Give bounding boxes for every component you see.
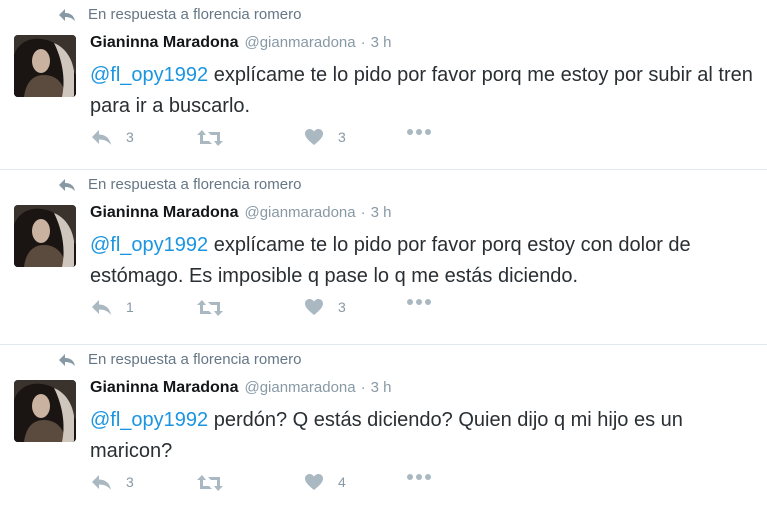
author-name[interactable]: Gianinna Maradona xyxy=(90,379,238,397)
avatar-photo xyxy=(14,35,76,97)
tweet-feed: En respuesta a florencia romero Gianinna… xyxy=(0,0,767,513)
reply-count: 3 xyxy=(126,474,134,490)
tweet[interactable]: En respuesta a florencia romero Gianinna… xyxy=(0,345,767,513)
tweet-timestamp[interactable]: 3 h xyxy=(371,34,392,51)
author-name[interactable]: Gianinna Maradona xyxy=(90,34,238,52)
more-button[interactable] xyxy=(406,473,432,481)
mention-link[interactable]: @fl_opy1992 xyxy=(90,409,208,431)
reply-button[interactable]: 3 xyxy=(90,473,134,491)
reply-context-label: En respuesta a florencia romero xyxy=(88,6,302,23)
tweet[interactable]: En respuesta a florencia romero Gianinna… xyxy=(0,170,767,345)
author-handle[interactable]: @gianmaradona xyxy=(244,34,355,51)
more-button[interactable] xyxy=(406,298,432,306)
reply-icon xyxy=(92,300,111,315)
tweet-actions: 3 4 xyxy=(90,473,450,497)
retweet-icon xyxy=(197,300,223,316)
reply-context[interactable]: En respuesta a florencia romero xyxy=(58,351,301,368)
separator-dot: · xyxy=(360,34,366,51)
more-icon xyxy=(407,474,431,480)
author-name[interactable]: Gianinna Maradona xyxy=(90,204,238,222)
author-handle[interactable]: @gianmaradona xyxy=(244,379,355,396)
heart-icon xyxy=(305,474,323,490)
tweet-actions: 3 3 xyxy=(90,128,450,152)
tweet-timestamp[interactable]: 3 h xyxy=(371,204,392,221)
reply-count: 3 xyxy=(126,129,134,145)
reply-context[interactable]: En respuesta a florencia romero xyxy=(58,6,301,23)
avatar-photo xyxy=(14,380,76,442)
tweet-text: @fl_opy1992 perdón? Q estás diciendo? Qu… xyxy=(90,405,755,467)
reply-icon xyxy=(92,130,111,145)
separator-dot: · xyxy=(360,379,366,396)
reply-button[interactable]: 1 xyxy=(90,298,134,316)
like-button[interactable]: 3 xyxy=(304,128,346,146)
reply-context-label: En respuesta a florencia romero xyxy=(88,351,302,368)
mention-link[interactable]: @fl_opy1992 xyxy=(90,234,208,256)
tweet-header: Gianinna Maradona @gianmaradona · 3 h xyxy=(90,204,391,222)
retweet-icon xyxy=(197,475,223,491)
heart-icon xyxy=(305,299,323,315)
tweet-text: @fl_opy1992 explícame te lo pido por fav… xyxy=(90,230,755,292)
avatar[interactable] xyxy=(14,380,76,442)
reply-arrow-icon xyxy=(59,353,75,366)
reply-button[interactable]: 3 xyxy=(90,128,134,146)
retweet-button[interactable] xyxy=(196,473,224,493)
reply-arrow-icon xyxy=(59,8,75,21)
tweet-timestamp[interactable]: 3 h xyxy=(371,379,392,396)
author-handle[interactable]: @gianmaradona xyxy=(244,204,355,221)
retweet-button[interactable] xyxy=(196,298,224,318)
like-count: 3 xyxy=(338,129,346,145)
retweet-button[interactable] xyxy=(196,128,224,148)
mention-link[interactable]: @fl_opy1992 xyxy=(90,64,208,86)
more-icon xyxy=(407,299,431,305)
tweet[interactable]: En respuesta a florencia romero Gianinna… xyxy=(0,0,767,170)
like-count: 4 xyxy=(338,474,346,490)
tweet-header: Gianinna Maradona @gianmaradona · 3 h xyxy=(90,34,391,52)
heart-icon xyxy=(305,129,323,145)
reply-context[interactable]: En respuesta a florencia romero xyxy=(58,176,301,193)
reply-count: 1 xyxy=(126,299,134,315)
retweet-icon xyxy=(197,130,223,146)
like-button[interactable]: 4 xyxy=(304,473,346,491)
avatar[interactable] xyxy=(14,205,76,267)
more-button[interactable] xyxy=(406,128,432,136)
reply-arrow-icon xyxy=(59,178,75,191)
tweet-actions: 1 3 xyxy=(90,298,450,322)
like-count: 3 xyxy=(338,299,346,315)
separator-dot: · xyxy=(360,204,366,221)
reply-icon xyxy=(92,475,111,490)
more-icon xyxy=(407,129,431,135)
tweet-text: @fl_opy1992 explícame te lo pido por fav… xyxy=(90,60,755,122)
tweet-header: Gianinna Maradona @gianmaradona · 3 h xyxy=(90,379,391,397)
reply-context-label: En respuesta a florencia romero xyxy=(88,176,302,193)
avatar-photo xyxy=(14,205,76,267)
avatar[interactable] xyxy=(14,35,76,97)
like-button[interactable]: 3 xyxy=(304,298,346,316)
